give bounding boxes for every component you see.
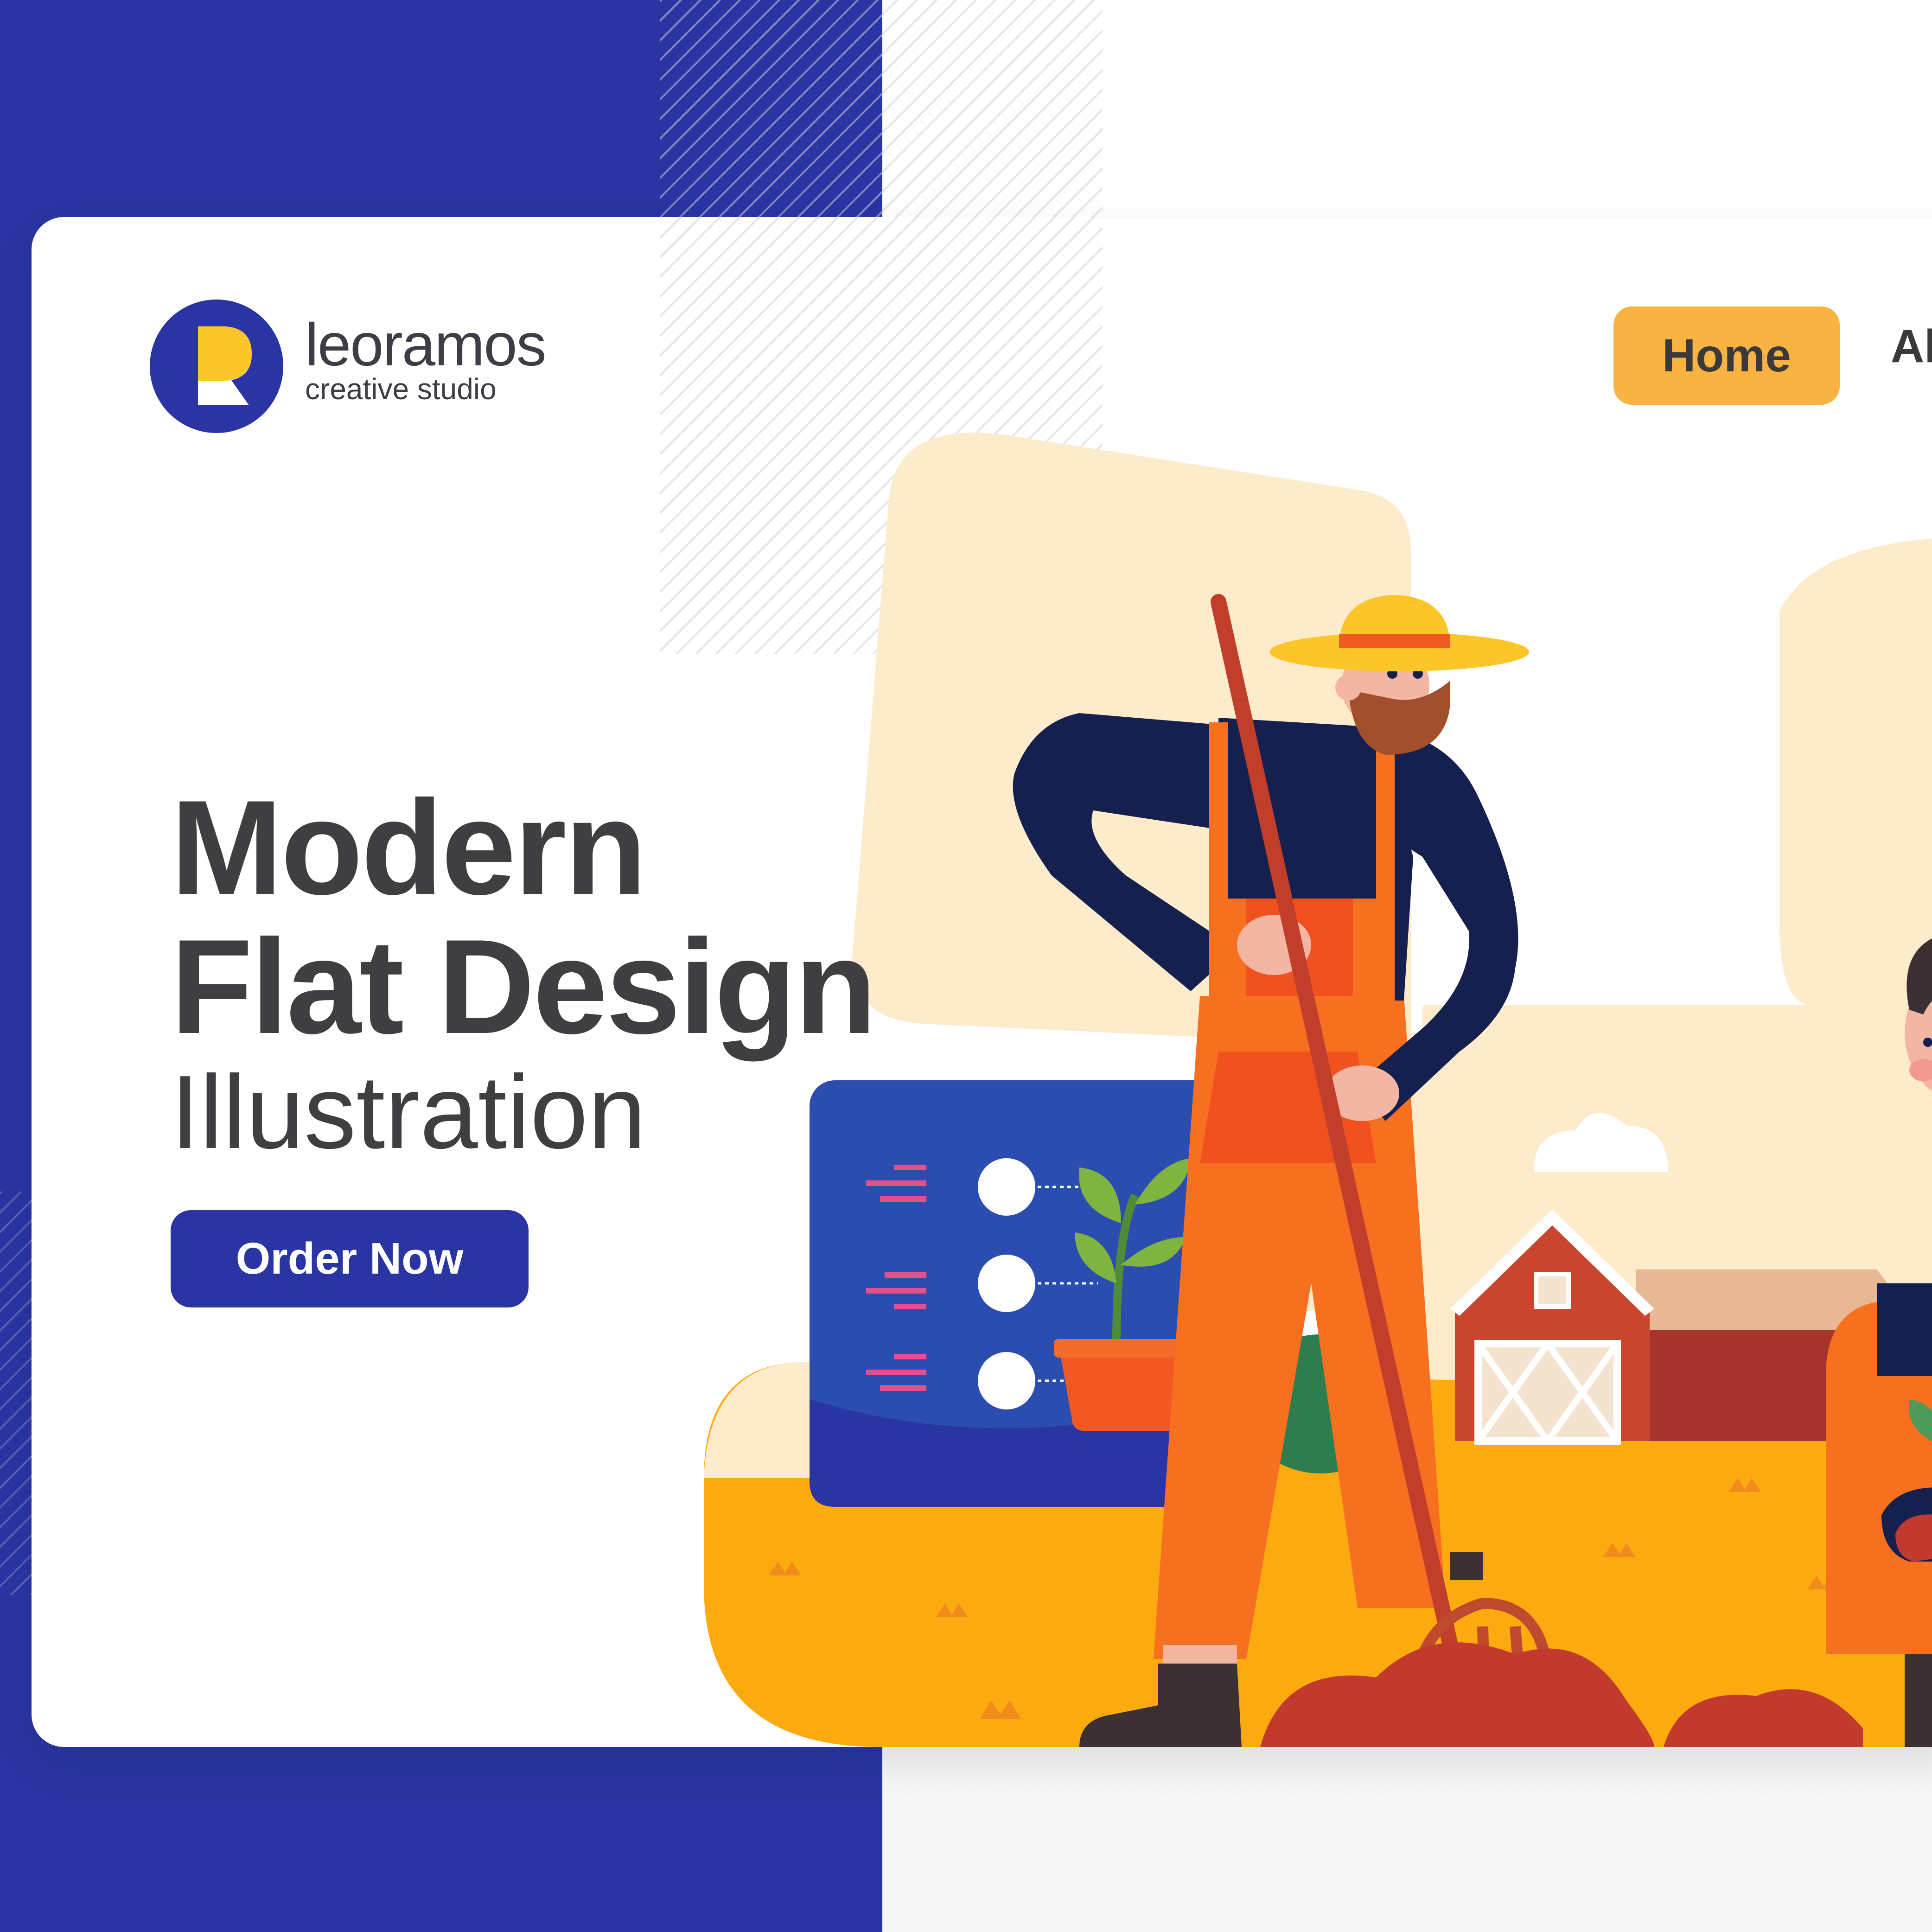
hero-heading: Modern Flat Design Illustration xyxy=(171,772,877,1172)
letter-r-logo-icon[interactable] xyxy=(150,300,283,433)
hero-card: leoramos creative studio Home Al Modern … xyxy=(32,217,1932,1747)
diagonal-hatch-decoration-left xyxy=(0,1192,35,1595)
brand-wordmark: leoramos creative studio xyxy=(305,311,547,405)
nav-home-button[interactable]: Home xyxy=(1613,306,1840,405)
hero-title-line-1: Modern xyxy=(171,772,647,923)
hero-subtitle: Illustration xyxy=(171,1053,646,1170)
landing-page-mockup: leoramos creative studio Home Al Modern … xyxy=(0,0,1932,1932)
order-now-button[interactable]: Order Now xyxy=(171,1210,529,1307)
brand-name: leoramos xyxy=(305,311,547,378)
hero-title-line-2: Flat Design xyxy=(171,912,877,1062)
logo-glyph xyxy=(198,326,252,405)
nav-item-about[interactable]: Al xyxy=(1891,320,1932,373)
